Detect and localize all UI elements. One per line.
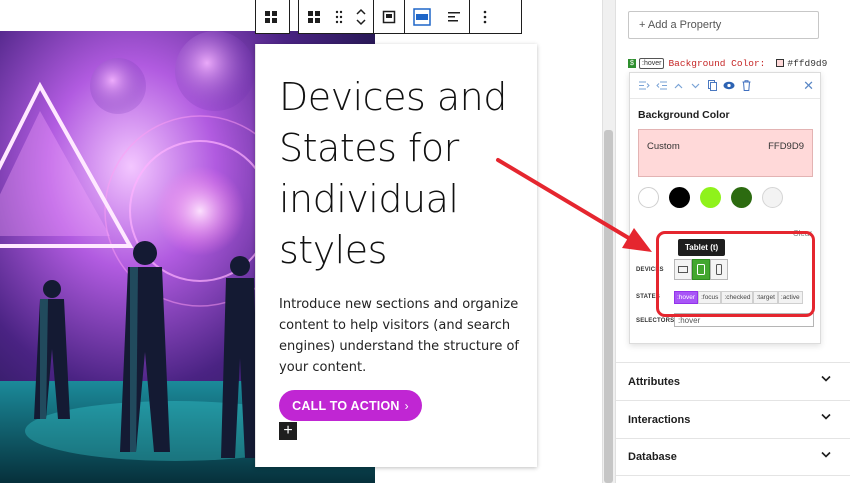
more-options-button[interactable] xyxy=(470,0,500,34)
chevron-up-icon[interactable] xyxy=(672,79,684,93)
block-style-icon xyxy=(382,10,396,23)
mobile-device-button[interactable] xyxy=(710,259,728,280)
parent-block-button[interactable] xyxy=(256,0,286,34)
move-up-down-button[interactable] xyxy=(349,0,373,34)
layout-icon xyxy=(413,7,431,26)
block-grid-icon xyxy=(308,10,320,23)
background-color-popover: ✕ Background Color Custom FFD9D9 Clear T… xyxy=(629,72,821,344)
state-focus[interactable]: :focus xyxy=(698,291,722,304)
indent-icon[interactable] xyxy=(638,79,650,93)
visibility-eye-icon[interactable] xyxy=(723,79,735,93)
add-property-button[interactable]: + Add a Property xyxy=(628,11,819,39)
move-up-down-icon xyxy=(356,8,366,25)
chevron-right-icon: › xyxy=(404,398,409,413)
layout-button[interactable] xyxy=(405,0,439,34)
device-switcher xyxy=(674,259,728,280)
align-icon xyxy=(448,11,460,21)
property-row[interactable]: $ :hover Background Color: #ffd9d9 xyxy=(628,56,827,70)
property-state-tag: :hover xyxy=(639,57,665,69)
devices-label: DEVICES xyxy=(636,267,664,273)
custom-color-field[interactable]: Custom FFD9D9 xyxy=(638,129,813,177)
chevron-down-icon xyxy=(821,375,831,382)
popover-toolbar xyxy=(630,73,820,99)
state-active[interactable]: :active xyxy=(777,291,803,304)
canvas-scrollbar-thumb[interactable] xyxy=(604,130,613,483)
block-style-button[interactable] xyxy=(374,0,404,34)
custom-color-hex: FFD9D9 xyxy=(768,141,804,152)
parent-block-toolbar xyxy=(255,0,290,34)
tablet-device-button[interactable] xyxy=(692,259,710,280)
trash-icon[interactable] xyxy=(740,79,752,93)
card-heading[interactable]: Devices and States for individual styles xyxy=(279,72,529,276)
swatch-light-gray[interactable] xyxy=(762,187,783,208)
desktop-icon xyxy=(678,265,688,273)
settings-sidebar: + Add a Property $ :hover Background Col… xyxy=(615,0,850,483)
property-color-swatch xyxy=(776,59,785,67)
property-value: #ffd9d9 xyxy=(787,57,828,69)
add-block-button[interactable]: + xyxy=(279,422,297,440)
popover-title: Background Color xyxy=(638,109,730,121)
state-selector: :hover :focus :checked :target :active xyxy=(674,291,803,304)
state-checked[interactable]: :checked xyxy=(721,291,754,304)
property-name: Background Color: xyxy=(668,57,766,69)
chevron-down-icon xyxy=(821,451,831,458)
state-hover[interactable]: :hover xyxy=(674,291,699,304)
selector-input[interactable]: :hover xyxy=(674,313,814,327)
editor-screen: Devices and States for individual styles… xyxy=(0,0,850,483)
panel-interactions[interactable]: Interactions xyxy=(616,400,850,438)
call-to-action-button[interactable]: CALL TO ACTION › xyxy=(279,390,422,421)
chevron-down-icon[interactable] xyxy=(689,79,701,93)
outdent-icon[interactable] xyxy=(655,79,667,93)
state-target[interactable]: :target xyxy=(753,291,778,304)
block-toolbar xyxy=(298,0,522,34)
mobile-icon xyxy=(716,264,722,275)
block-type-button[interactable] xyxy=(299,0,329,34)
panel-database[interactable]: Database xyxy=(616,438,850,476)
custom-color-label: Custom xyxy=(647,141,680,152)
content-card: Devices and States for individual styles… xyxy=(255,44,537,467)
panel-attributes-label: Attributes xyxy=(628,375,680,388)
drag-handle-button[interactable] xyxy=(329,0,349,34)
panel-database-label: Database xyxy=(628,451,677,463)
swatch-dark-green[interactable] xyxy=(731,187,752,208)
chevron-down-icon xyxy=(821,413,831,420)
desktop-device-button[interactable] xyxy=(674,259,692,280)
swatch-lime[interactable] xyxy=(700,187,721,208)
tablet-icon xyxy=(697,264,705,275)
states-label: STATES xyxy=(636,294,660,300)
swatch-black[interactable] xyxy=(669,187,690,208)
panel-interactions-label: Interactions xyxy=(628,413,691,426)
align-button[interactable] xyxy=(439,0,469,34)
clear-color-link[interactable]: Clear xyxy=(793,229,812,238)
drag-handle-icon xyxy=(335,10,343,23)
device-tooltip: Tablet (t) xyxy=(678,239,726,256)
panel-attributes[interactable]: Attributes xyxy=(616,362,850,400)
duplicate-icon[interactable] xyxy=(706,79,718,93)
selectors-label: SELECTORS xyxy=(636,318,675,324)
close-icon[interactable]: ✕ xyxy=(803,78,814,94)
card-body-text[interactable]: Introduce new sections and organize cont… xyxy=(279,294,519,378)
property-status-icon: $ xyxy=(628,58,636,68)
more-options-icon xyxy=(483,10,487,23)
parent-block-icon xyxy=(265,10,277,23)
cta-label: CALL TO ACTION xyxy=(292,398,400,413)
swatch-white[interactable] xyxy=(638,187,659,208)
